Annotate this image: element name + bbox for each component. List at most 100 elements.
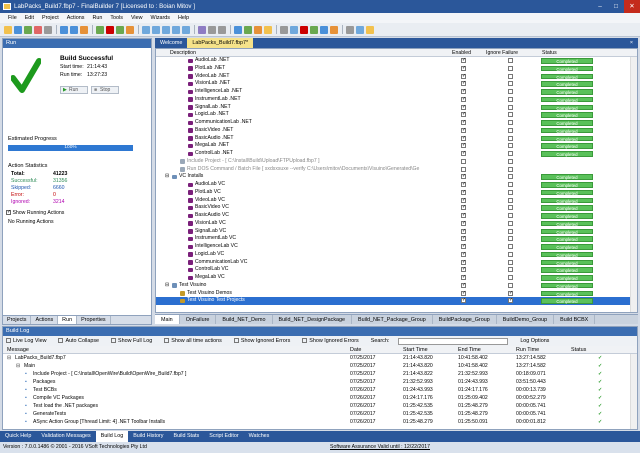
- log-toolbar-item[interactable]: Show Full Log: [111, 338, 158, 344]
- log-toolbar-item[interactable]: Search:: [371, 337, 515, 345]
- toolbar-button-icon[interactable]: [106, 25, 114, 34]
- bottom-tab-build-stats[interactable]: Build Stats: [168, 431, 204, 442]
- log-row[interactable]: ▪ ASync Action Group [Thread Limit: 4] .N…: [3, 419, 630, 427]
- col-message[interactable]: Message: [7, 346, 29, 354]
- enabled-checkbox[interactable]: [461, 65, 466, 71]
- action-tab-build-net-package-group[interactable]: Build_NET_Package_Group: [352, 315, 433, 324]
- ignore-failure-checkbox[interactable]: [508, 282, 513, 288]
- bottom-tab-script-editor[interactable]: Script Editor: [204, 431, 243, 442]
- log-toolbar-checkbox[interactable]: [164, 338, 170, 344]
- action-tab-build-net-demo[interactable]: Build_NET_Demo: [216, 315, 273, 324]
- toolbar-button-icon[interactable]: [80, 25, 88, 34]
- bottom-tab-watches[interactable]: Watches: [244, 431, 275, 442]
- toolbar-button-icon[interactable]: [264, 25, 272, 34]
- grid-row[interactable]: InstrumentLab .NET Completed: [156, 96, 632, 103]
- log-toolbar-checkbox[interactable]: [111, 338, 117, 344]
- grid-row[interactable]: AudioLab .NET Completed: [156, 57, 632, 64]
- enabled-checkbox[interactable]: [461, 235, 466, 242]
- ignore-failure-checkbox[interactable]: [508, 182, 513, 187]
- toolbar-button-icon[interactable]: [14, 25, 22, 34]
- toolbar-button-icon[interactable]: [330, 25, 338, 34]
- grid-row[interactable]: InstrumentLab VC Completed: [156, 235, 632, 242]
- log-row[interactable]: ▪ Include Project - [ C:\Install\OpenWire…: [3, 371, 630, 379]
- grid-row[interactable]: SignalLab VC Completed: [156, 228, 632, 235]
- toolbar-button-icon[interactable]: [198, 25, 206, 34]
- enabled-checkbox[interactable]: [461, 104, 466, 110]
- ignore-failure-checkbox[interactable]: [508, 73, 513, 79]
- enabled-checkbox[interactable]: [461, 297, 466, 304]
- ignore-failure-checkbox[interactable]: [508, 236, 513, 242]
- left-tab-properties[interactable]: Properties: [77, 316, 111, 324]
- grid-scrollbar[interactable]: [630, 57, 637, 312]
- grid-row[interactable]: VideoLab VC Completed: [156, 197, 632, 204]
- log-row[interactable]: ⊟ Main 07/25/2017 21:14:43.820 10:41:58.402 1…: [3, 363, 630, 371]
- show-running-checkbox[interactable]: ✓ Show Running Actions: [6, 209, 64, 216]
- log-row[interactable]: ▪ Compile VC Packages 07/26/2017 01:24:17.1…: [3, 395, 630, 403]
- action-tab-main[interactable]: Main: [155, 315, 180, 324]
- grid-row[interactable]: CommunicationLab VC Completed: [156, 259, 632, 266]
- enabled-checkbox[interactable]: [461, 274, 466, 280]
- ignore-failure-checkbox[interactable]: [508, 189, 513, 195]
- enabled-checkbox[interactable]: [461, 189, 466, 195]
- ignore-failure-checkbox[interactable]: [508, 297, 513, 304]
- enabled-checkbox[interactable]: [461, 259, 466, 265]
- log-toolbar-item[interactable]: Live Log View: [6, 338, 52, 344]
- toolbar-button-icon[interactable]: [24, 25, 32, 34]
- grid-row[interactable]: MegaLab .NET Completed: [156, 142, 632, 149]
- menu-item-edit[interactable]: Edit: [21, 13, 38, 23]
- toolbar-button-icon[interactable]: [182, 25, 190, 34]
- enabled-checkbox[interactable]: [461, 142, 466, 149]
- grid-row[interactable]: ⊟ VC Installs Completed: [156, 173, 632, 180]
- grid-row[interactable]: Test Visuino Demos Completed: [156, 290, 632, 297]
- log-toolbar-checkbox[interactable]: [302, 338, 308, 344]
- grid-row[interactable]: Run DOS Command / Batch File [ sxdsxsuxe…: [156, 166, 632, 173]
- enabled-checkbox[interactable]: [461, 150, 466, 156]
- col-status-log[interactable]: Status: [571, 346, 586, 354]
- tab-project[interactable]: LabPacks_Build7.fbp7*: [187, 38, 254, 48]
- ignore-failure-checkbox[interactable]: [508, 151, 513, 156]
- toolbar-button-icon[interactable]: [126, 25, 134, 34]
- menu-item-actions[interactable]: Actions: [63, 13, 89, 23]
- action-tab-builddemo-group[interactable]: BuildDemo_Group: [497, 315, 555, 324]
- log-toolbar-checkbox[interactable]: [6, 338, 11, 344]
- grid-row[interactable]: VisionLab .NET Completed: [156, 80, 632, 87]
- toolbar-button-icon[interactable]: [116, 25, 124, 34]
- action-tab-buildpackage-group[interactable]: BuildPackage_Group: [433, 315, 497, 324]
- ignore-failure-checkbox[interactable]: [508, 143, 513, 149]
- toolbar-button-icon[interactable]: [172, 25, 180, 34]
- enabled-checkbox[interactable]: [461, 212, 466, 218]
- col-date[interactable]: Date: [350, 346, 361, 354]
- left-tab-projects[interactable]: Projects: [3, 316, 32, 324]
- toolbar-button-icon[interactable]: [300, 25, 308, 34]
- toolbar-button-icon[interactable]: [320, 25, 328, 34]
- menu-item-tools[interactable]: Tools: [106, 13, 127, 23]
- col-ignore-failure[interactable]: Ignore Failure: [486, 49, 518, 57]
- toolbar-button-icon[interactable]: [280, 25, 288, 34]
- toolbar-button-icon[interactable]: [44, 25, 52, 34]
- toolbar-button-icon[interactable]: [244, 25, 252, 34]
- grid-row[interactable]: VideoLab .NET Completed: [156, 73, 632, 80]
- log-row[interactable]: ▪ Packages 07/25/2017 21:32:52.993 01:24:43.…: [3, 379, 630, 387]
- grid-row[interactable]: BasicVideo VC Completed: [156, 204, 632, 211]
- log-row[interactable]: ▪ Test BCBs 07/26/2017 01:24:43.993 01:24:17…: [3, 387, 630, 395]
- toolbar-button-icon[interactable]: [34, 25, 42, 34]
- action-tab-build-net-designpackage[interactable]: Build_NET_DesignPackage: [273, 315, 353, 324]
- menu-item-file[interactable]: File: [4, 13, 21, 23]
- grid-row[interactable]: IntelligenceLab VC Completed: [156, 243, 632, 250]
- enabled-checkbox[interactable]: [461, 228, 466, 234]
- grid-row[interactable]: MegaLab VC Completed: [156, 274, 632, 281]
- ignore-failure-checkbox[interactable]: [508, 104, 513, 110]
- bottom-tab-quick-help[interactable]: Quick Help: [0, 431, 36, 442]
- enabled-checkbox[interactable]: [461, 166, 466, 172]
- enabled-checkbox[interactable]: [461, 282, 466, 288]
- grid-row[interactable]: SignalLab .NET Completed: [156, 104, 632, 111]
- enabled-checkbox[interactable]: [461, 173, 466, 180]
- ignore-failure-checkbox[interactable]: [508, 267, 513, 273]
- license-text[interactable]: Software Assurance Valid until : 12/22/2…: [330, 442, 430, 453]
- grid-row[interactable]: AudioLab VC Completed: [156, 181, 632, 188]
- ignore-failure-checkbox[interactable]: [508, 58, 513, 63]
- left-tab-run[interactable]: Run: [58, 316, 78, 324]
- col-end-time[interactable]: End Time: [458, 346, 481, 354]
- ignore-failure-checkbox[interactable]: [508, 120, 513, 125]
- log-toolbar-checkbox[interactable]: [233, 338, 239, 344]
